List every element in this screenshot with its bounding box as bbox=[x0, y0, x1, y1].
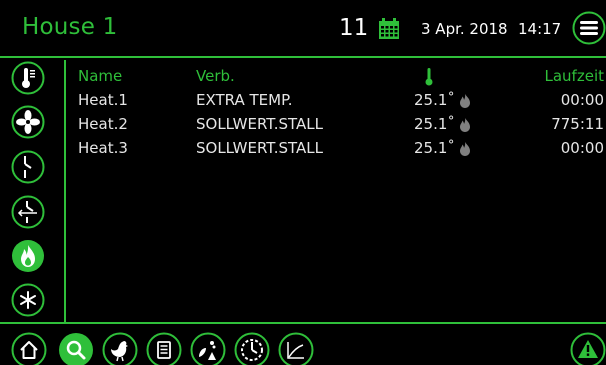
snowflake-icon[interactable] bbox=[11, 283, 45, 317]
thermometer-icon[interactable] bbox=[11, 61, 45, 95]
row-name: Heat.2 bbox=[78, 115, 128, 133]
column-header-laufzeit: Laufzeit bbox=[544, 67, 605, 85]
flame-icon bbox=[460, 118, 470, 132]
row-verb: SOLLWERT.STALL bbox=[196, 115, 323, 133]
home-icon[interactable] bbox=[11, 332, 47, 365]
thermometer-column-icon bbox=[425, 68, 433, 86]
hamburger-menu-icon[interactable] bbox=[572, 11, 606, 45]
row-laufzeit: 00:00 bbox=[560, 139, 604, 157]
current-time: 14:17 bbox=[518, 20, 562, 38]
row-name: Heat.1 bbox=[78, 91, 128, 109]
row-name: Heat.3 bbox=[78, 139, 128, 157]
table-row[interactable]: Heat.1 EXTRA TEMP. 25.1˚ 00:00 bbox=[78, 91, 606, 113]
row-verb: SOLLWERT.STALL bbox=[196, 139, 323, 157]
day-number: 11 bbox=[339, 15, 369, 41]
flame-icon[interactable] bbox=[11, 239, 45, 273]
clock-icon[interactable] bbox=[234, 332, 270, 365]
flame-icon bbox=[460, 94, 470, 108]
hen-icon[interactable] bbox=[102, 332, 138, 365]
row-verb: EXTRA TEMP. bbox=[196, 91, 293, 109]
graph-icon[interactable] bbox=[278, 332, 314, 365]
current-date: 3 Apr. 2018 bbox=[421, 20, 508, 38]
calendar-icon[interactable] bbox=[377, 17, 401, 41]
sidebar bbox=[0, 60, 66, 322]
row-laufzeit: 00:00 bbox=[560, 91, 604, 109]
heater-table: Name Verb. Laufzeit Heat.1 EXTRA TEMP. 2… bbox=[78, 62, 606, 182]
row-laufzeit: 775:11 bbox=[551, 115, 604, 133]
column-header-name: Name bbox=[78, 67, 123, 85]
bottom-toolbar bbox=[0, 322, 606, 365]
inlet-icon[interactable] bbox=[11, 150, 45, 184]
column-header-verb: Verb. bbox=[196, 67, 235, 85]
flame-icon bbox=[460, 142, 470, 156]
row-temp: 25.1˚ bbox=[414, 139, 455, 157]
fan-icon[interactable] bbox=[11, 105, 45, 139]
row-temp: 25.1˚ bbox=[414, 91, 455, 109]
ventilation-icon[interactable] bbox=[11, 195, 45, 229]
alarm-icon[interactable] bbox=[570, 332, 606, 365]
search-icon[interactable] bbox=[58, 332, 94, 365]
feed-icon[interactable] bbox=[190, 332, 226, 365]
header-bar: House 1 11 3 Apr. 2018 14:17 bbox=[0, 0, 606, 58]
document-icon[interactable] bbox=[146, 332, 182, 365]
table-row[interactable]: Heat.2 SOLLWERT.STALL 25.1˚ 775:11 bbox=[78, 115, 606, 137]
row-temp: 25.1˚ bbox=[414, 115, 455, 133]
table-row[interactable]: Heat.3 SOLLWERT.STALL 25.1˚ 00:00 bbox=[78, 139, 606, 161]
page-title: House 1 bbox=[22, 14, 118, 40]
